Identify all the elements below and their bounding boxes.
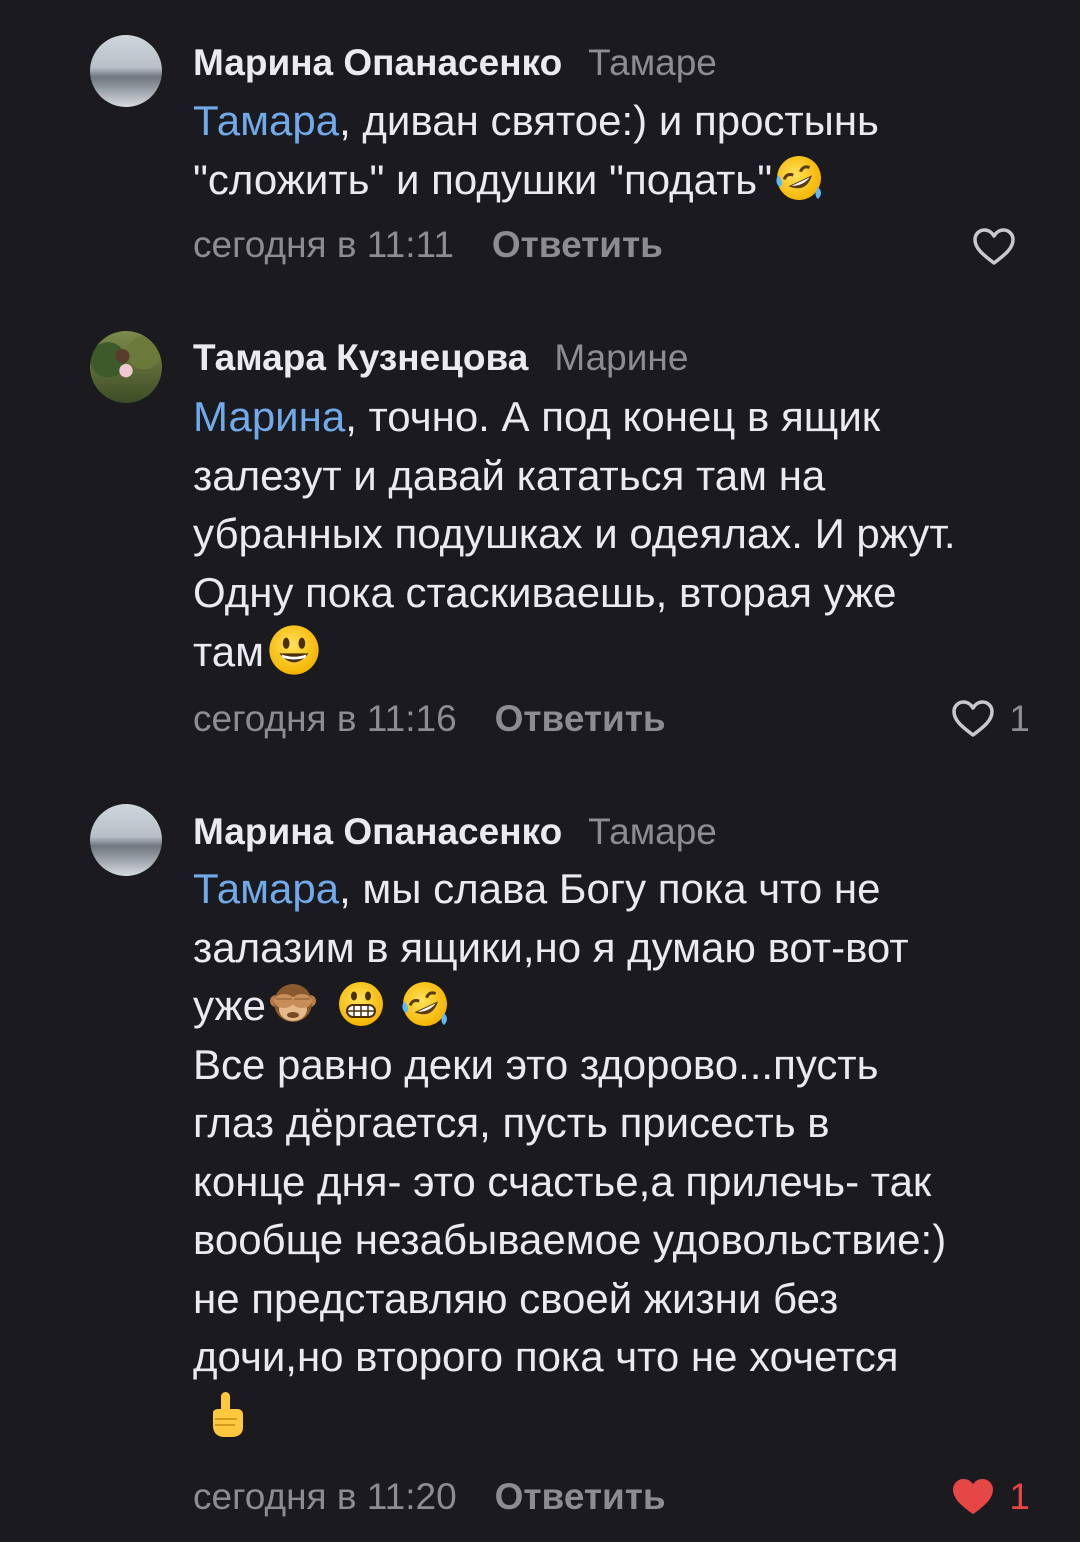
comment-meta: сегодня в 11:20 Ответить (193, 1472, 666, 1522)
reply-to[interactable]: Тамаре (588, 811, 717, 852)
comment-header: Тамара Кузнецова Марине (193, 333, 688, 383)
heart-outline-icon (952, 700, 995, 737)
pointing-up-emoji-icon (201, 1389, 251, 1439)
text-line: вообще незабываемое удовольствие:) (193, 1216, 947, 1263)
comment-text: Тамара, мы слава Богу пока что не залази… (193, 860, 1043, 1445)
text-line: дочи,но второго пока что не хочется (193, 1333, 899, 1380)
text-line: глаз дёргается, пусть присесть в (193, 1099, 830, 1146)
comment-meta: сегодня в 11:11 Ответить (193, 220, 663, 270)
text-line: там (193, 622, 1043, 682)
rofl-emoji-icon (400, 979, 450, 1029)
text-line: не представляю своей жизни без (193, 1274, 839, 1322)
text-line: "сложить" и подушки "подать" (193, 151, 1043, 210)
reply-button[interactable]: Ответить (495, 698, 666, 739)
reply-button[interactable]: Ответить (495, 1476, 666, 1517)
reply-to[interactable]: Марине (554, 337, 688, 378)
timestamp: сегодня в 11:16 (193, 698, 457, 739)
grimacing-emoji-icon (336, 979, 386, 1029)
like-count: 1 (1009, 698, 1030, 739)
text-line: уже (193, 977, 1043, 1036)
text-line: конце дня- это счастье,а прилечь- так (193, 1157, 932, 1205)
text-line: Все равно деки это здорово...пусть (193, 1040, 879, 1088)
like-count: 1 (1009, 1476, 1030, 1517)
author-name[interactable]: Марина Опанасенко (193, 42, 562, 83)
author-name[interactable]: Тамара Кузнецова (193, 337, 528, 378)
timestamp: сегодня в 11:20 (193, 1476, 457, 1517)
avatar[interactable] (90, 804, 162, 876)
comment-header: Марина Опанасенко Тамаре (193, 38, 717, 88)
text-line (193, 1387, 1043, 1446)
heart-filled-icon (953, 1479, 994, 1514)
reply-to[interactable]: Тамаре (588, 42, 717, 83)
text-line: убранных подушках и одеялах. И ржут. (193, 510, 956, 557)
timestamp: сегодня в 11:11 (193, 224, 454, 265)
see-no-evil-monkey-emoji-icon (268, 979, 318, 1029)
mention-link[interactable]: Марина (193, 393, 345, 440)
comment-text: Марина, точно. А под конец в ящик залезу… (193, 388, 1043, 682)
smile-emoji-icon (266, 622, 322, 678)
like-button[interactable]: 1 (951, 1472, 1030, 1522)
text-line: Тамара, мы слава Богу пока что не (193, 865, 881, 912)
text-line: Марина, точно. А под конец в ящик (193, 393, 881, 440)
text-line: Одну пока стаскиваешь, вторая уже (193, 568, 897, 616)
like-button[interactable] (972, 222, 1030, 272)
rofl-emoji-icon (774, 153, 824, 203)
avatar[interactable] (90, 331, 162, 403)
heart-outline-icon (973, 228, 1015, 265)
author-name[interactable]: Марина Опанасенко (193, 811, 562, 852)
text-line: Тамара, диван святое:) и простынь (193, 97, 879, 144)
avatar[interactable] (90, 35, 162, 107)
reply-button[interactable]: Ответить (492, 224, 663, 265)
like-button[interactable]: 1 (951, 694, 1030, 744)
comment-meta: сегодня в 11:16 Ответить (193, 694, 666, 744)
mention-link[interactable]: Тамара (193, 865, 339, 912)
text-line: залазим в ящики,но я думаю вот-вот (193, 923, 909, 971)
mention-link[interactable]: Тамара (193, 97, 339, 144)
comment-text: Тамара, диван святое:) и простынь "сложи… (193, 92, 1043, 209)
text-line: залезут и давай кататься там на (193, 451, 826, 499)
comment-header: Марина Опанасенко Тамаре (193, 807, 717, 857)
